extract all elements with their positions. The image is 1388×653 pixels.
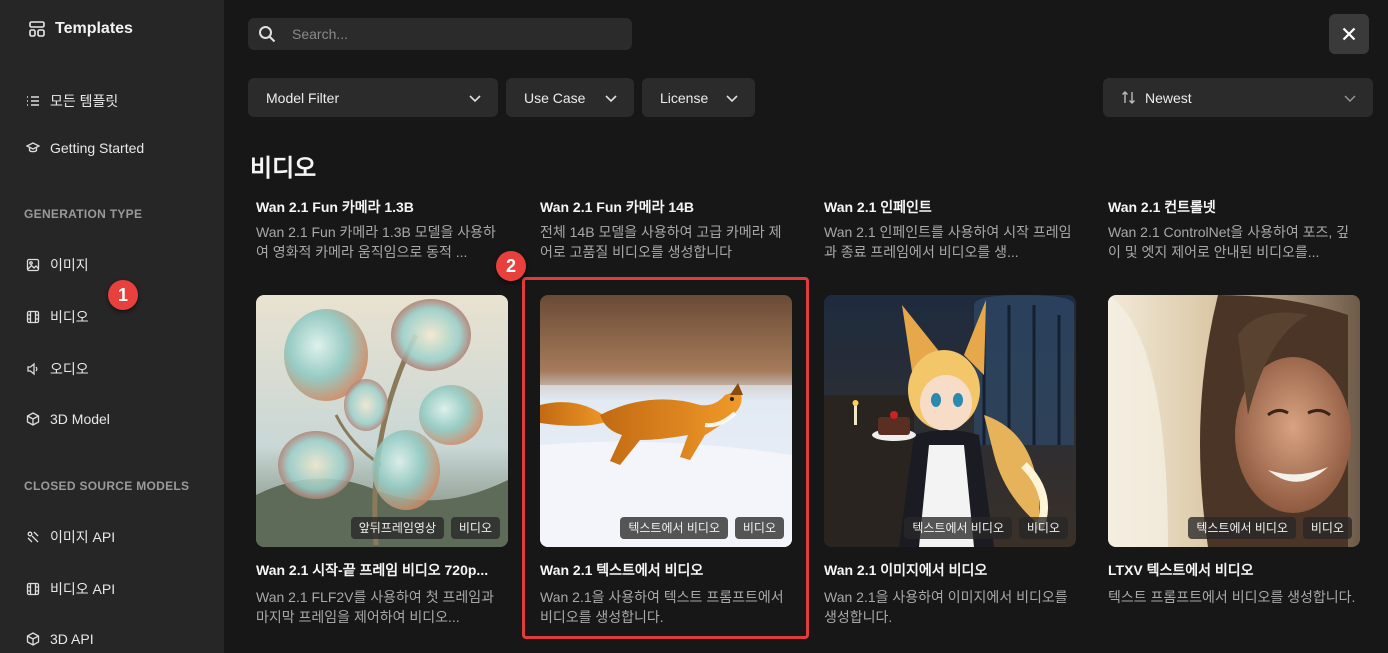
sidebar-item-video[interactable]: 비디오 xyxy=(26,307,89,327)
sort-dropdown[interactable]: Newest xyxy=(1103,78,1373,117)
sidebar-item-audio[interactable]: 오디오 xyxy=(26,359,89,379)
card-title[interactable]: Wan 2.1 시작-끝 프레임 비디오 720p... xyxy=(256,560,508,580)
chevron-down-icon xyxy=(1344,95,1356,102)
templates-icon xyxy=(29,21,45,37)
sort-arrows-icon xyxy=(1122,91,1135,104)
badge-use-case: 텍스트에서 비디오 xyxy=(904,517,1012,539)
badge-use-case: 앞뒤프레임영상 xyxy=(350,517,444,539)
sidebar-item-3d-model[interactable]: 3D Model xyxy=(26,411,110,427)
card-description: Wan 2.1 Fun 카메라 1.3B 모델을 사용하여 영화적 카메라 움직… xyxy=(256,224,496,260)
nav-getting-started[interactable]: Getting Started xyxy=(26,140,144,156)
sidebar-item-image-api-label: 이미지 API xyxy=(50,529,116,545)
nav-all-templates[interactable]: 모든 템플릿 xyxy=(26,91,118,111)
sidebar-item-image-api[interactable]: 이미지 API xyxy=(26,527,115,547)
graduation-cap-icon xyxy=(26,142,40,153)
search-bar[interactable] xyxy=(248,18,632,50)
sidebar-item-video-label: 비디오 xyxy=(50,309,89,325)
speaker-icon xyxy=(27,362,38,376)
card-description: Wan 2.1을 사용하여 이미지에서 비디오를 생성합니다. xyxy=(824,589,1068,625)
chevron-down-icon xyxy=(469,94,481,102)
film-icon xyxy=(26,582,40,596)
card-title[interactable]: Wan 2.1 텍스트에서 비디오 xyxy=(540,560,792,580)
card-title[interactable]: Wan 2.1 인페인트 xyxy=(824,197,1076,217)
nav-all-templates-label: 모든 템플릿 xyxy=(50,93,119,109)
sidebar-item-3d-model-label: 3D Model xyxy=(50,411,110,427)
cube-icon xyxy=(26,412,40,426)
use-case-label: Use Case xyxy=(524,89,586,106)
section-label-generation-type: GENERATION TYPE xyxy=(24,207,143,221)
badge-use-case: 텍스트에서 비디오 xyxy=(1188,517,1296,539)
sort-label: Newest xyxy=(1145,89,1192,106)
close-button[interactable] xyxy=(1329,14,1369,54)
section-label-closed-source: CLOSED SOURCE MODELS xyxy=(24,479,190,493)
chevron-down-icon xyxy=(726,94,738,102)
sidebar-item-image-label: 이미지 xyxy=(50,257,89,273)
sidebar-item-3d-api[interactable]: 3D API xyxy=(26,631,94,647)
main-content: Model Filter Use Case License Newest 비디오… xyxy=(224,0,1388,653)
sidebar-item-audio-label: 오디오 xyxy=(50,361,89,377)
close-icon xyxy=(1342,27,1356,41)
cube-icon xyxy=(26,632,40,646)
search-input[interactable] xyxy=(292,26,612,42)
card-thumbnail-fox-girl[interactable]: 텍스트에서 비디오 비디오 xyxy=(824,295,1076,547)
card-description: Wan 2.1 ControlNet을 사용하여 포즈, 깊이 및 엣지 제어로… xyxy=(1108,224,1350,260)
sidebar-item-video-api-label: 비디오 API xyxy=(50,581,116,597)
step-marker-1: 1 xyxy=(108,280,138,310)
chevron-down-icon xyxy=(605,94,617,102)
card-title[interactable]: LTXV 텍스트에서 비디오 xyxy=(1108,560,1360,580)
brand-title: Templates xyxy=(55,20,133,37)
nav-getting-started-label: Getting Started xyxy=(50,140,145,156)
search-icon xyxy=(259,26,276,43)
card-thumbnail-glass-flower[interactable]: 앞뒤프레임영상 비디오 xyxy=(256,295,508,547)
badge-category: 비디오 xyxy=(450,517,500,539)
use-case-dropdown[interactable]: Use Case xyxy=(506,78,634,117)
sidebar-item-video-api[interactable]: 비디오 API xyxy=(26,579,115,599)
brand: Templates xyxy=(28,20,133,38)
card-description: Wan 2.1을 사용하여 텍스트 프롬프트에서 비디오를 생성합니다. xyxy=(540,589,784,625)
badge-category: 비디오 xyxy=(734,517,784,539)
step-marker-2: 2 xyxy=(496,251,526,281)
sidebar: Templates 모든 템플릿 Getting Started GENERAT… xyxy=(0,0,224,653)
sidebar-item-3d-api-label: 3D API xyxy=(50,631,94,647)
card-thumbnail-woman[interactable]: 텍스트에서 비디오 비디오 xyxy=(1108,295,1360,547)
section-title: 비디오 xyxy=(250,155,317,182)
model-filter-label: Model Filter xyxy=(266,89,340,106)
list-icon xyxy=(27,96,39,106)
card-description: Wan 2.1 인페인트를 사용하여 시작 프레임과 종료 프레임에서 비디오를… xyxy=(824,224,1072,260)
card-description: Wan 2.1 FLF2V를 사용하여 첫 프레임과 마지막 프레임을 제어하여… xyxy=(256,589,494,625)
badge-category: 비디오 xyxy=(1018,517,1068,539)
sort-value-wrap: Newest xyxy=(1121,90,1192,106)
card-title[interactable]: Wan 2.1 Fun 카메라 1.3B xyxy=(256,197,508,217)
film-icon xyxy=(26,310,40,324)
model-filter-dropdown[interactable]: Model Filter xyxy=(248,78,498,117)
image-icon xyxy=(26,258,40,272)
badge-category: 비디오 xyxy=(1302,517,1352,539)
api-image-icon xyxy=(27,531,39,543)
card-title[interactable]: Wan 2.1 이미지에서 비디오 xyxy=(824,560,1076,580)
card-title[interactable]: Wan 2.1 컨트롤넷 xyxy=(1108,197,1360,217)
license-label: License xyxy=(660,89,709,106)
card-thumbnail-fox[interactable]: 텍스트에서 비디오 비디오 xyxy=(540,295,792,547)
sidebar-item-image[interactable]: 이미지 xyxy=(26,255,89,275)
card-description: 전체 14B 모델을 사용하여 고급 카메라 제어로 고품질 비디오를 생성합니… xyxy=(540,224,782,260)
card-title[interactable]: Wan 2.1 Fun 카메라 14B xyxy=(540,197,792,217)
badge-use-case: 텍스트에서 비디오 xyxy=(620,517,728,539)
license-dropdown[interactable]: License xyxy=(642,78,755,117)
card-description: 텍스트 프롬프트에서 비디오를 생성합니다. xyxy=(1108,589,1356,605)
